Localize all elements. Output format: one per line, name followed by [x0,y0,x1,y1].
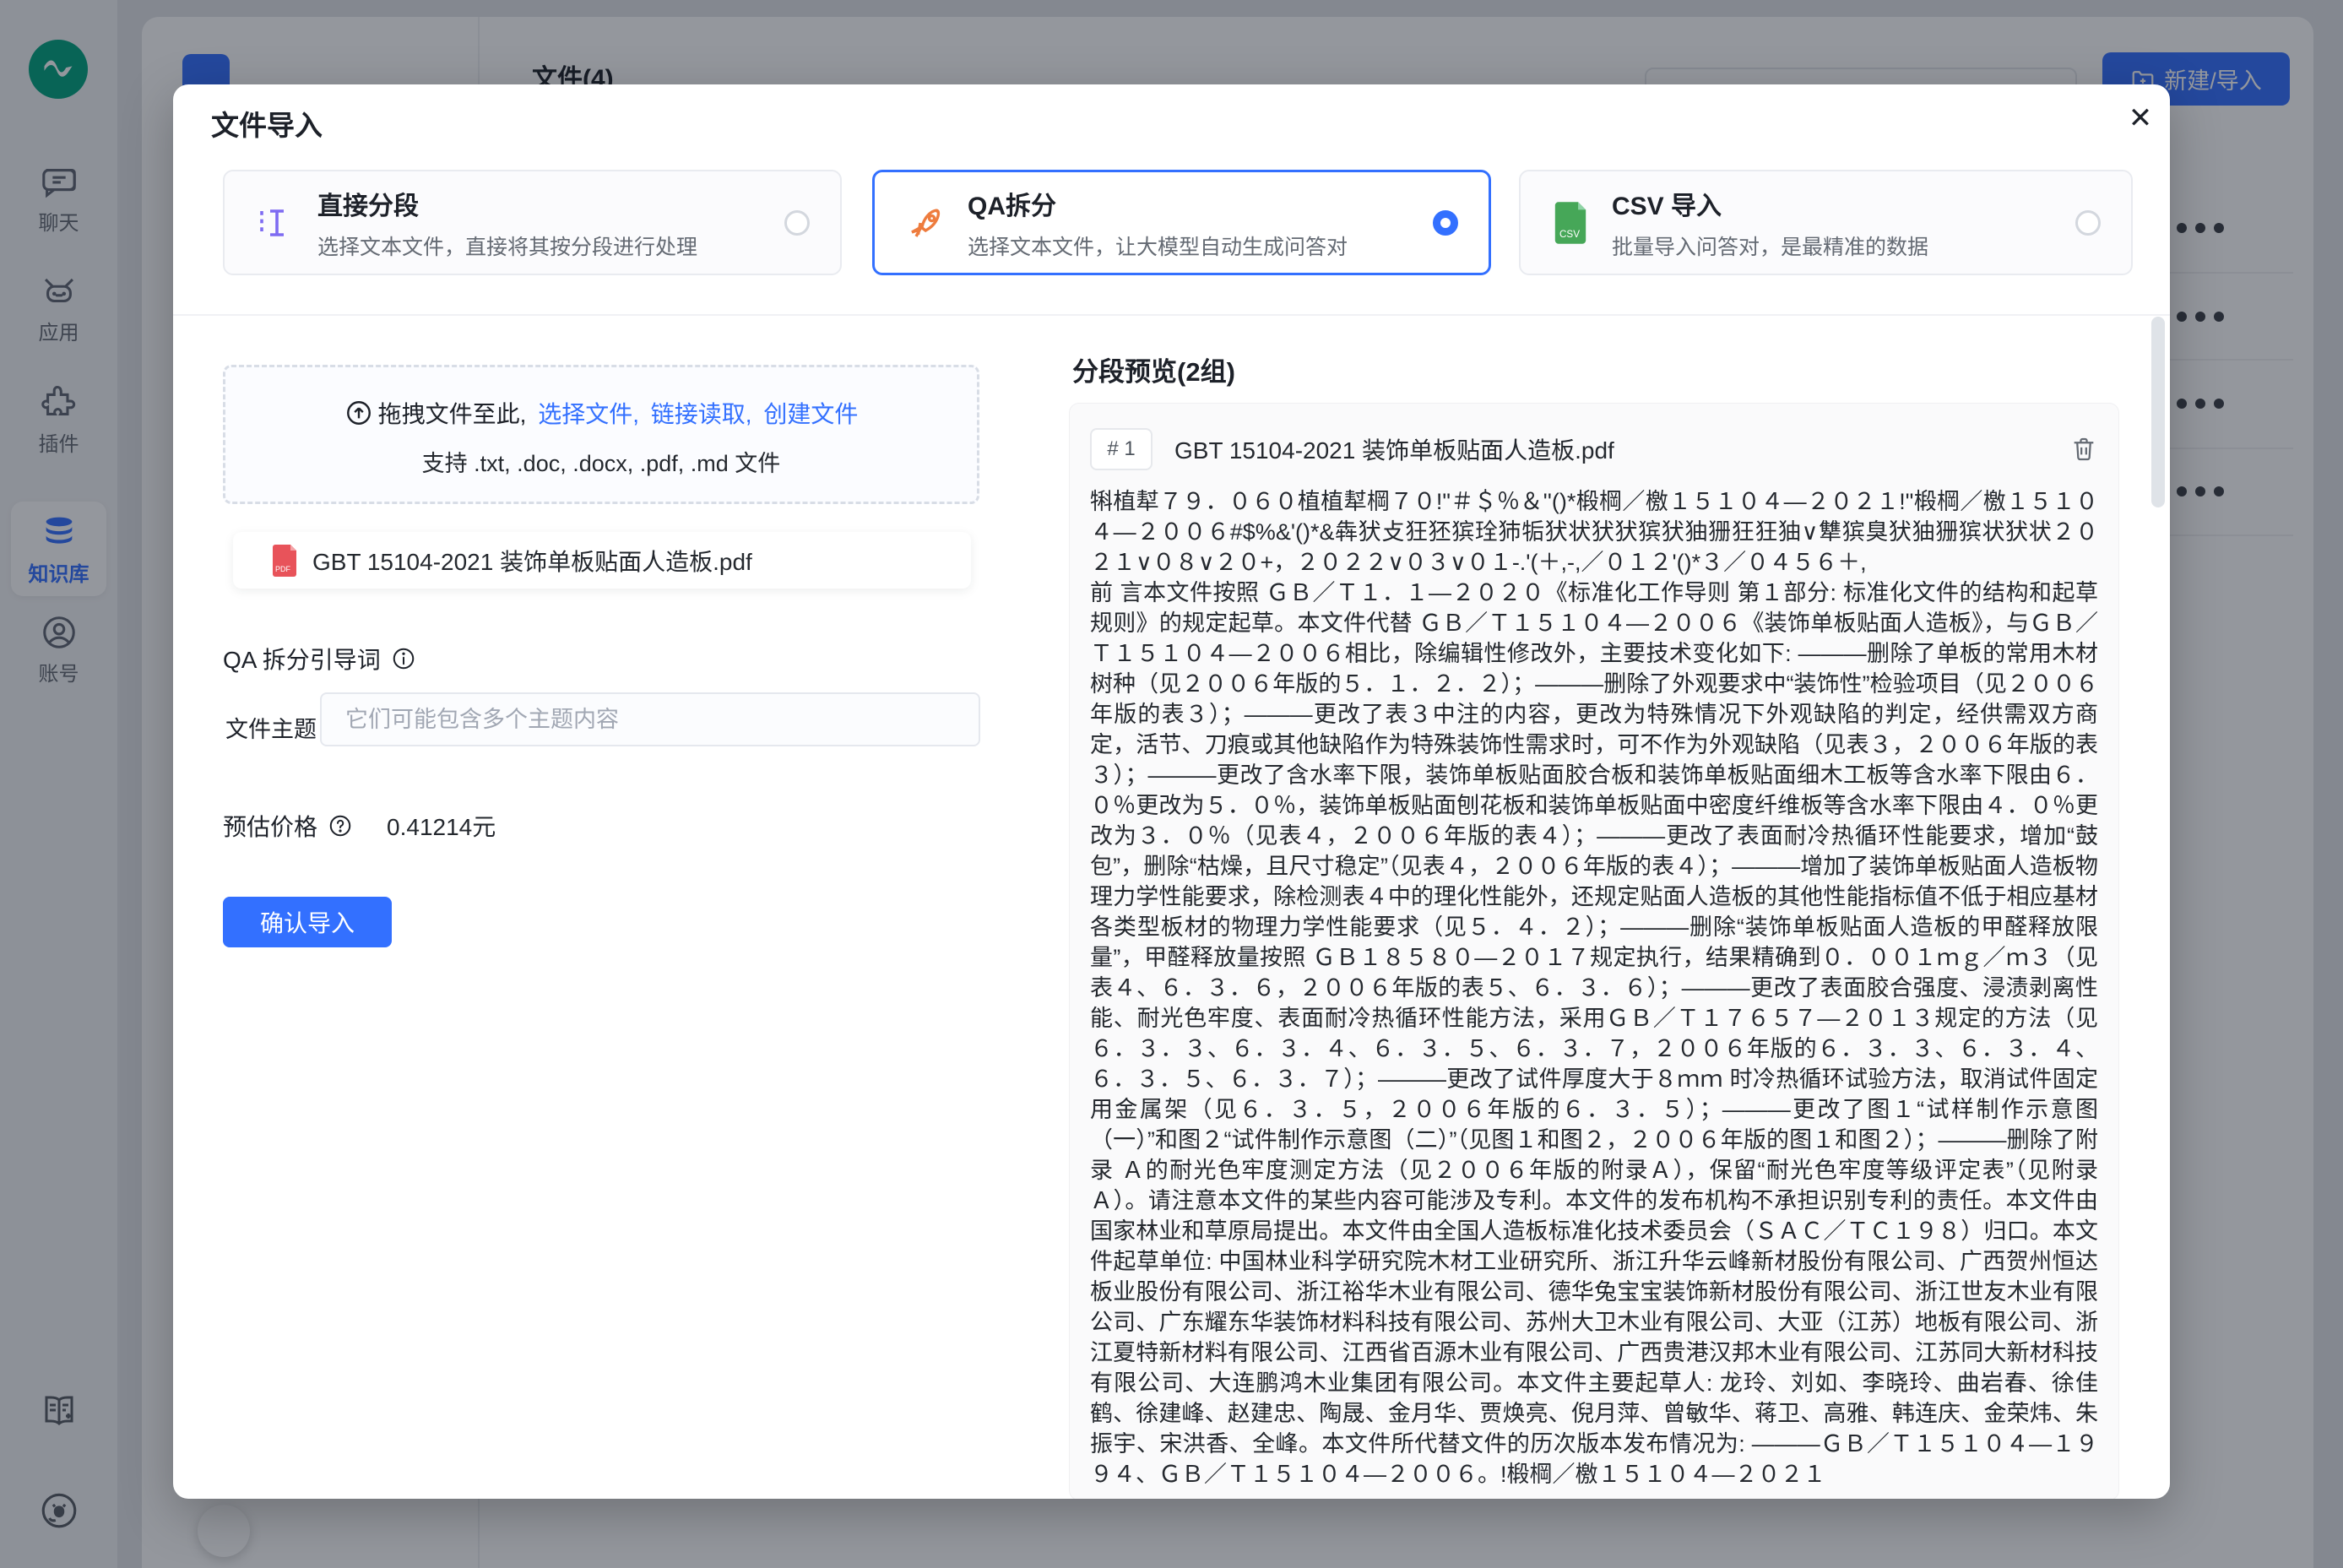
radio-direct-segment[interactable] [784,210,810,236]
svg-text:CSV: CSV [1559,228,1580,239]
mode-title: 直接分段 [317,185,762,222]
price-row: 预估价格 0.41214元 [223,809,496,843]
mode-title: QA拆分 [968,185,1411,222]
price-value: 0.41214元 [387,809,496,843]
uploaded-file-item[interactable]: PDF GBT 15104-2021 装饰单板贴面人造板.pdf [233,532,971,589]
upload-icon [344,399,373,427]
mode-desc: 选择文本文件，直接将其按分段进行处理 [317,231,762,261]
pdf-file-icon: PDF [270,544,299,578]
modal-title: 文件导入 [211,103,323,144]
qa-prompt-label: QA 拆分引导词 [223,642,381,675]
uploaded-file-name: GBT 15104-2021 装饰单板贴面人造板.pdf [312,544,752,578]
topic-input[interactable] [320,692,980,746]
topic-label: 文件主题 [225,711,317,744]
rocket-icon [905,203,946,243]
chunk-file-name: GBT 15104-2021 装饰单板贴面人造板.pdf [1174,432,2047,466]
chunk-paragraph: 前 言本文件按照 ＧＢ／Ｔ１．１—２０２０《标准化工作导则 第１部分: 标准化文… [1090,578,2098,1489]
info-icon[interactable] [391,646,416,671]
question-icon[interactable] [328,813,353,838]
chunk-index-badge: # 1 [1090,428,1153,470]
price-label: 预估价格 [223,809,317,843]
modal-scrollbar[interactable] [2151,317,2165,507]
preview-chunk-card: # 1 GBT 15104-2021 装饰单板贴面人造板.pdf 犐植犎７９．０… [1069,403,2119,1499]
chunk-text: 犐植犎７９．０６０植植犎棡７０!"＃＄％＆''()*椴棡／檄１５１０４—２０２１… [1090,486,2098,1491]
mode-card-csv-import[interactable]: CSV CSV 导入 批量导入问答对，是最精准的数据 [1519,170,2133,275]
confirm-import-button[interactable]: 确认导入 [223,897,392,947]
mode-card-qa-split[interactable]: QA拆分 选择文本文件，让大模型自动生成问答对 [872,170,1491,275]
divider [173,314,2170,316]
drop-text: 拖拽文件至此, [378,396,534,430]
mode-desc: 选择文本文件，让大模型自动生成问答对 [968,231,1411,261]
delete-chunk-icon[interactable] [2069,435,2098,464]
mode-card-direct-segment[interactable]: 直接分段 选择文本文件，直接将其按分段进行处理 [223,170,842,275]
qa-prompt-label-row: QA 拆分引导词 [223,642,416,675]
radio-csv-import[interactable] [2075,210,2101,236]
svg-text:PDF: PDF [275,565,291,573]
chunk-paragraph: 犐植犎７９．０６０植植犎棡７０!"＃＄％＆''()*椴棡／檄１５１０４—２０２１… [1090,486,2098,578]
mode-title: CSV 导入 [1612,185,2053,222]
chunk-paragraph: 装饰单板贴面人造板１ 范围本文件规定了装饰单板贴面人造板的术语和定义、分类、要求… [1090,1489,2098,1491]
close-icon[interactable]: ✕ [2118,96,2162,140]
select-file-link[interactable]: 选择文件, [538,396,646,430]
supported-types-text: 支持 .txt, .doc, .docx, .pdf, .md 文件 [225,445,977,478]
preview-title: 分段预览(2组) [1072,350,1235,388]
segment-icon [255,203,296,243]
mode-desc: 批量导入问答对，是最精准的数据 [1612,231,2053,261]
radio-qa-split[interactable] [1433,210,1458,236]
create-file-link[interactable]: 创建文件 [763,396,858,430]
file-import-modal: 文件导入 ✕ 直接分段 选择文本文件，直接将其按分段进行处理 QA拆分 选择文本… [173,84,2170,1499]
link-read-link[interactable]: 链接读取, [651,396,759,430]
csv-file-icon: CSV [1551,201,1590,245]
file-dropzone[interactable]: 拖拽文件至此, 选择文件, 链接读取, 创建文件 支持 .txt, .doc, … [223,365,979,504]
